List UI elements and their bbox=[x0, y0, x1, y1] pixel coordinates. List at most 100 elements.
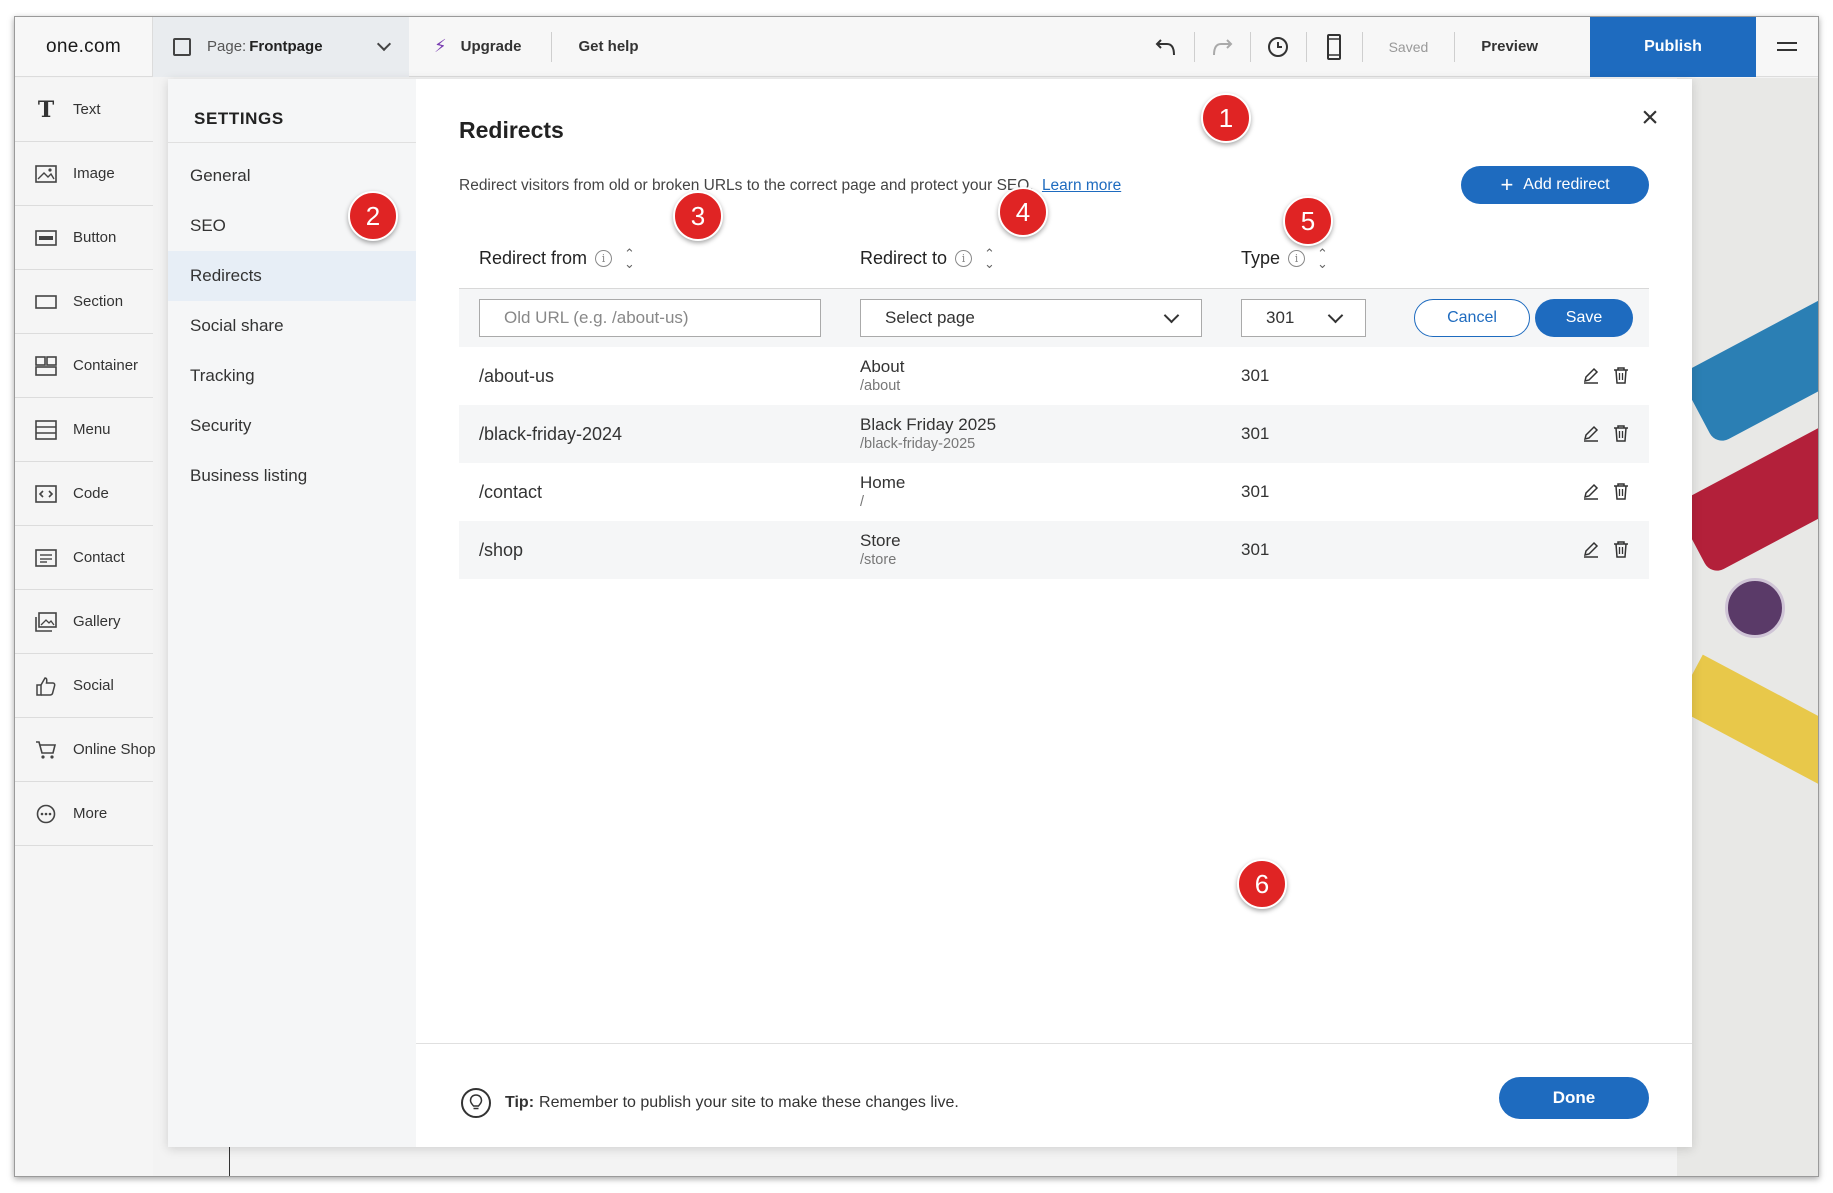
delete-icon[interactable] bbox=[1611, 480, 1631, 502]
settings-nav-business-listing[interactable]: Business listing bbox=[168, 451, 416, 501]
target-page-path: /store bbox=[860, 552, 897, 568]
info-icon[interactable]: i bbox=[955, 250, 973, 267]
column-label: Redirect from bbox=[479, 248, 588, 268]
sort-icon[interactable]: ⌃ ⌄ bbox=[1317, 247, 1328, 270]
column-header-redirect-to[interactable]: Redirect to i ⌃ ⌄ bbox=[860, 247, 995, 270]
target-page-select[interactable]: Select page bbox=[860, 299, 1202, 337]
more-icon bbox=[35, 804, 57, 824]
target-page-path: / bbox=[860, 494, 865, 510]
app-window: one.com Page: Frontpage ⚡ Upgrade Get he… bbox=[14, 16, 1819, 1177]
mobile-view-icon[interactable] bbox=[1307, 31, 1363, 62]
history-icon[interactable] bbox=[1251, 31, 1307, 62]
tool-image[interactable]: Image bbox=[15, 142, 153, 206]
tool-container[interactable]: Container bbox=[15, 334, 153, 398]
redo-icon[interactable] bbox=[1195, 31, 1251, 62]
top-bar: one.com Page: Frontpage ⚡ Upgrade Get he… bbox=[15, 17, 1818, 77]
callout-marker-2: 2 bbox=[348, 191, 398, 241]
tool-section[interactable]: Section bbox=[15, 270, 153, 334]
lightbulb-icon bbox=[461, 1088, 491, 1118]
callout-marker-6: 6 bbox=[1237, 859, 1287, 909]
old-url-input[interactable]: Old URL (e.g. /about-us) bbox=[479, 299, 821, 337]
page-selector[interactable]: Page: Frontpage bbox=[153, 17, 409, 77]
get-help-button[interactable]: Get help bbox=[552, 17, 638, 77]
callout-marker-3: 3 bbox=[673, 191, 723, 241]
tool-online-shop[interactable]: Online Shop bbox=[15, 718, 156, 782]
preview-button[interactable]: Preview bbox=[1455, 17, 1590, 77]
redirect-from-cell: /shop bbox=[479, 539, 524, 560]
edit-icon[interactable] bbox=[1581, 538, 1601, 560]
thumbs-up-icon bbox=[35, 676, 57, 696]
logo: one.com bbox=[15, 17, 153, 77]
redirect-type-cell: 301 bbox=[1241, 366, 1270, 385]
sort-icon[interactable]: ⌃ ⌄ bbox=[984, 247, 995, 270]
gallery-icon bbox=[35, 611, 57, 632]
tool-button[interactable]: Button bbox=[15, 206, 153, 270]
column-header-type[interactable]: Type i ⌃ ⌄ bbox=[1241, 247, 1328, 270]
menu-icon bbox=[35, 419, 57, 440]
close-icon[interactable]: × bbox=[1638, 103, 1662, 133]
hamburger-menu-icon[interactable] bbox=[1756, 17, 1818, 77]
tool-label: Text bbox=[73, 101, 101, 118]
tip-text: Remember to publish your site to make th… bbox=[539, 1094, 959, 1111]
add-redirect-button[interactable]: + Add redirect bbox=[1461, 166, 1649, 204]
cancel-button[interactable]: Cancel bbox=[1414, 299, 1530, 337]
publish-button[interactable]: Publish bbox=[1590, 17, 1756, 77]
delete-icon[interactable] bbox=[1611, 538, 1631, 560]
decorative-ruler bbox=[1674, 654, 1818, 802]
learn-more-link[interactable]: Learn more bbox=[1042, 177, 1121, 194]
tool-social[interactable]: Social bbox=[15, 654, 153, 718]
decorative-thread-spool bbox=[1678, 290, 1818, 446]
table-header: Redirect from i ⌃ ⌄ Redirect to i ⌃ ⌄ Type… bbox=[459, 229, 1649, 289]
chevron-down-icon bbox=[1163, 307, 1180, 323]
column-header-redirect-from[interactable]: Redirect from i ⌃ ⌄ bbox=[479, 247, 635, 270]
decorative-button bbox=[1725, 578, 1785, 638]
settings-nav-redirects[interactable]: Redirects bbox=[168, 251, 416, 301]
settings-nav-security[interactable]: Security bbox=[168, 401, 416, 451]
delete-icon[interactable] bbox=[1611, 422, 1631, 444]
sort-icon[interactable]: ⌃ ⌄ bbox=[624, 247, 635, 270]
table-row: /shop Store /store 301 bbox=[459, 521, 1649, 579]
row-actions bbox=[1581, 538, 1631, 560]
done-button[interactable]: Done bbox=[1499, 1077, 1649, 1119]
tool-contact[interactable]: Contact bbox=[15, 526, 153, 590]
container-icon bbox=[35, 355, 57, 376]
tool-menu[interactable]: Menu bbox=[15, 398, 153, 462]
redirect-from-cell: /contact bbox=[479, 481, 543, 502]
tool-more[interactable]: More bbox=[15, 782, 153, 846]
tool-label: Code bbox=[73, 485, 109, 502]
row-actions bbox=[1581, 422, 1631, 444]
undo-icon[interactable] bbox=[1139, 31, 1195, 62]
info-icon[interactable]: i bbox=[1288, 250, 1306, 267]
tool-gallery[interactable]: Gallery bbox=[15, 590, 153, 654]
redirect-type-select[interactable]: 301 bbox=[1241, 299, 1366, 337]
save-button[interactable]: Save bbox=[1535, 299, 1633, 337]
upgrade-button[interactable]: ⚡ Upgrade bbox=[409, 31, 553, 62]
image-icon bbox=[35, 164, 57, 184]
lightning-icon: ⚡ bbox=[434, 36, 447, 56]
plus-icon: + bbox=[1500, 172, 1514, 197]
target-page-name: About bbox=[860, 357, 905, 376]
tool-sidebar: T Text Image Button Section Container Me… bbox=[15, 78, 156, 1176]
tool-code[interactable]: Code bbox=[15, 462, 153, 526]
column-label: Redirect to bbox=[860, 248, 948, 268]
section-icon bbox=[35, 292, 57, 312]
cart-icon bbox=[35, 740, 57, 760]
info-icon[interactable]: i bbox=[595, 250, 613, 267]
settings-nav-tracking[interactable]: Tracking bbox=[168, 351, 416, 401]
tool-text[interactable]: T Text bbox=[15, 78, 153, 142]
edit-icon[interactable] bbox=[1581, 364, 1601, 386]
delete-icon[interactable] bbox=[1611, 364, 1631, 386]
edit-icon[interactable] bbox=[1581, 422, 1601, 444]
callout-marker-1: 1 bbox=[1201, 93, 1251, 143]
description-text: Redirect visitors from old or broken URL… bbox=[459, 177, 1034, 194]
new-redirect-form-row: Old URL (e.g. /about-us) Select page 301… bbox=[459, 289, 1649, 347]
table-row: /contact Home / 301 bbox=[459, 463, 1649, 521]
redirect-to-cell: Store /store bbox=[860, 531, 901, 568]
settings-nav-social-share[interactable]: Social share bbox=[168, 301, 416, 351]
callout-marker-4: 4 bbox=[998, 187, 1048, 237]
redirect-type-cell: 301 bbox=[1241, 424, 1270, 443]
target-page-path: /about bbox=[860, 378, 901, 394]
table-row: /about-us About /about 301 bbox=[459, 347, 1649, 405]
edit-icon[interactable] bbox=[1581, 480, 1601, 502]
select-page-value: Select page bbox=[885, 308, 975, 327]
